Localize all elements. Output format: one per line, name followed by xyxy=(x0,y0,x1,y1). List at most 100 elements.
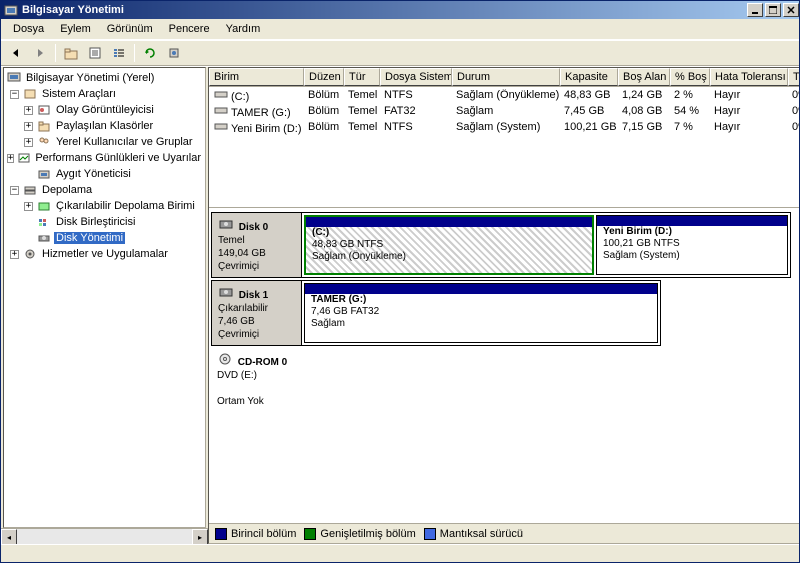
app-window: Bilgisayar Yönetimi Dosya Eylem Görünüm … xyxy=(0,0,800,563)
minimize-button[interactable] xyxy=(747,3,763,17)
disk-row[interactable]: Disk 0 Temel 149,04 GB Çevrimiçi (C:) 48… xyxy=(211,212,791,278)
expand-icon[interactable]: + xyxy=(7,154,14,163)
partition-d[interactable]: Yeni Birim (D:) 100,21 GB NTFS Sağlam (S… xyxy=(596,215,788,275)
menu-file[interactable]: Dosya xyxy=(5,21,52,37)
col-free[interactable]: Boş Alan xyxy=(618,68,670,86)
toolbar xyxy=(1,40,799,66)
menu-action[interactable]: Eylem xyxy=(52,21,99,37)
list-item[interactable]: TAMER (G:) Bölüm Temel FAT32 Sağlam 7,45… xyxy=(209,103,799,119)
legend-logical: Mantıksal sürücü xyxy=(424,528,523,540)
storage-icon xyxy=(22,183,38,197)
menu-help[interactable]: Yardım xyxy=(218,21,269,37)
volume-list-header: Birim Düzen Tür Dosya Sistemi Durum Kapa… xyxy=(209,68,799,87)
tree-defrag[interactable]: Disk Birleştiricisi xyxy=(6,214,203,230)
up-button[interactable] xyxy=(60,42,82,64)
collapse-icon[interactable]: − xyxy=(10,186,19,195)
tree-storage[interactable]: − Depolama xyxy=(6,182,203,198)
users-icon xyxy=(36,135,52,149)
details-panel: Birim Düzen Tür Dosya Sistemi Durum Kapa… xyxy=(208,67,799,544)
menu-window[interactable]: Pencere xyxy=(161,21,218,37)
defrag-icon xyxy=(36,215,52,229)
tree-device-manager[interactable]: Aygıt Yöneticisi xyxy=(6,166,203,182)
volume-icon xyxy=(213,87,229,101)
expand-icon[interactable]: + xyxy=(24,122,33,131)
back-button[interactable] xyxy=(5,42,27,64)
settings-button[interactable] xyxy=(163,42,185,64)
col-layout[interactable]: Düzen xyxy=(304,68,344,86)
col-pct[interactable]: % Boş xyxy=(670,68,710,86)
col-overhead[interactable]: Tepe xyxy=(788,68,799,86)
col-volume[interactable]: Birim xyxy=(209,68,304,86)
partition-stripe xyxy=(306,217,592,227)
tree-local-users[interactable]: + Yerel Kullanıcılar ve Gruplar xyxy=(6,134,203,150)
disk-info: Disk 0 Temel 149,04 GB Çevrimiçi xyxy=(212,213,302,277)
col-ft[interactable]: Hata Toleransı xyxy=(710,68,788,86)
col-capacity[interactable]: Kapasite xyxy=(560,68,618,86)
tree-removable-storage[interactable]: + Çıkarılabilir Depolama Birimi xyxy=(6,198,203,214)
forward-button[interactable] xyxy=(29,42,51,64)
expand-icon[interactable]: + xyxy=(24,106,33,115)
properties-button[interactable] xyxy=(84,42,106,64)
legend-extended: Genişletilmiş bölüm xyxy=(304,528,415,540)
window-title: Bilgisayar Yönetimi xyxy=(22,4,745,16)
volume-icon xyxy=(213,119,229,133)
tree-disk-management[interactable]: Disk Yönetimi xyxy=(6,230,203,246)
computer-icon xyxy=(6,71,22,85)
disk-icon xyxy=(218,285,234,299)
event-icon xyxy=(36,103,52,117)
tree-services[interactable]: + Hizmetler ve Uygulamalar xyxy=(6,246,203,262)
disk-row[interactable]: CD-ROM 0 DVD (E:) Ortam Yok xyxy=(211,348,791,412)
statusbar xyxy=(1,544,799,562)
disk-mgmt-icon xyxy=(36,231,52,245)
tools-icon xyxy=(22,87,38,101)
expand-icon[interactable]: + xyxy=(24,202,33,211)
toolbar-separator xyxy=(134,44,135,62)
list-button[interactable] xyxy=(108,42,130,64)
col-fs[interactable]: Dosya Sistemi xyxy=(380,68,452,86)
scroll-left-button[interactable]: ◂ xyxy=(1,529,17,544)
content-area: Bilgisayar Yönetimi (Yerel) − Sistem Ara… xyxy=(1,66,799,544)
close-button[interactable] xyxy=(783,3,799,17)
tree-panel[interactable]: Bilgisayar Yönetimi (Yerel) − Sistem Ara… xyxy=(3,67,206,528)
partition-stripe xyxy=(305,284,657,294)
list-item[interactable]: (C:) Bölüm Temel NTFS Sağlam (Önyükleme)… xyxy=(209,87,799,103)
perf-icon xyxy=(17,151,31,165)
app-icon xyxy=(3,2,19,18)
disk-info: Disk 1 Çıkarılabilir 7,46 GB Çevrimiçi xyxy=(212,281,302,345)
disk-row[interactable]: Disk 1 Çıkarılabilir 7,46 GB Çevrimiçi T… xyxy=(211,280,661,346)
tree-root[interactable]: Bilgisayar Yönetimi (Yerel) xyxy=(6,70,203,86)
list-item[interactable]: Yeni Birim (D:) Bölüm Temel NTFS Sağlam … xyxy=(209,119,799,135)
folder-icon xyxy=(36,119,52,133)
partition-g[interactable]: TAMER (G:) 7,46 GB FAT32 Sağlam xyxy=(304,283,658,343)
volume-list[interactable]: (C:) Bölüm Temel NTFS Sağlam (Önyükleme)… xyxy=(209,87,799,207)
legend: Birincil bölüm Genişletilmiş bölüm Mantı… xyxy=(209,523,799,543)
scroll-right-button[interactable]: ▸ xyxy=(192,529,208,544)
partition-c[interactable]: (C:) 48,83 GB NTFS Sağlam (Önyükleme) xyxy=(304,215,594,275)
disk-graph-panel[interactable]: Disk 0 Temel 149,04 GB Çevrimiçi (C:) 48… xyxy=(209,207,799,523)
menu-view[interactable]: Görünüm xyxy=(99,21,161,37)
disk-info: CD-ROM 0 DVD (E:) Ortam Yok xyxy=(211,348,301,412)
titlebar: Bilgisayar Yönetimi xyxy=(1,1,799,19)
cdrom-icon xyxy=(217,352,233,366)
volume-icon xyxy=(213,103,229,117)
col-type[interactable]: Tür xyxy=(344,68,380,86)
tree-perf-logs[interactable]: + Performans Günlükleri ve Uyarılar xyxy=(6,150,203,166)
partition-stripe xyxy=(597,216,787,226)
tree-event-viewer[interactable]: + Olay Görüntüleyicisi xyxy=(6,102,203,118)
tree-shared-folders[interactable]: + Paylaşılan Klasörler xyxy=(6,118,203,134)
device-icon xyxy=(36,167,52,181)
expand-icon[interactable]: + xyxy=(24,138,33,147)
legend-primary: Birincil bölüm xyxy=(215,528,296,540)
removable-icon xyxy=(36,199,52,213)
tree-system-tools[interactable]: − Sistem Araçları xyxy=(6,86,203,102)
disk-icon xyxy=(218,217,234,231)
collapse-icon[interactable]: − xyxy=(10,90,19,99)
expand-icon[interactable]: + xyxy=(10,250,19,259)
refresh-button[interactable] xyxy=(139,42,161,64)
menubar: Dosya Eylem Görünüm Pencere Yardım xyxy=(1,19,799,40)
maximize-button[interactable] xyxy=(765,3,781,17)
tree-scrollbar[interactable]: ◂ ▸ xyxy=(1,528,208,544)
toolbar-separator xyxy=(55,44,56,62)
col-status[interactable]: Durum xyxy=(452,68,560,86)
services-icon xyxy=(22,247,38,261)
